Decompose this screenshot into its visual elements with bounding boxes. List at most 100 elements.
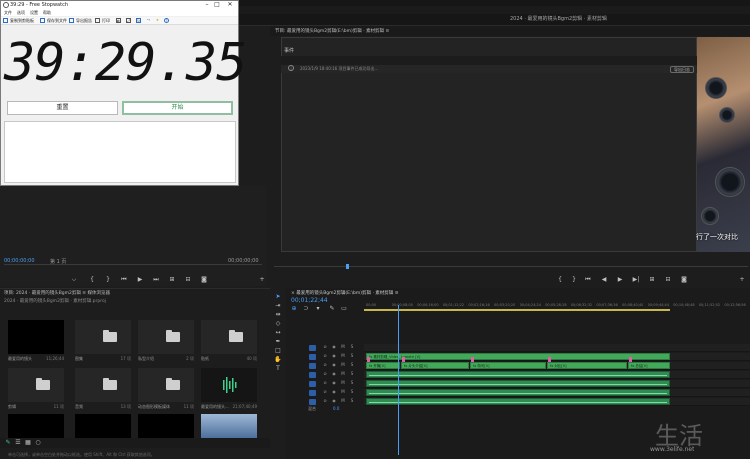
play-icon[interactable]: ▶ [136,277,144,283]
maximize-icon[interactable]: □ [213,1,221,9]
lock-icon[interactable]: ⊘ [322,362,328,368]
project-bin[interactable]: 剪辑 11 项 [3,368,65,420]
marker-icon[interactable]: ⌵ [70,277,78,283]
video-clip[interactable]: fx 开篇[V] [366,362,400,369]
track-target-toggle[interactable] [309,390,316,396]
zoom-slider[interactable]: ○ [34,440,42,446]
save-icon[interactable] [40,18,45,23]
print-icon[interactable] [95,18,100,23]
video-clip[interactable]: fx 特写[V] [470,362,546,369]
icon-view-icon[interactable]: ▦ [24,440,32,446]
share-icon[interactable]: ↪ [146,18,151,23]
menu-settings[interactable]: 设置 [30,10,38,16]
eye-icon[interactable]: ◉ [331,344,337,350]
step-back-icon[interactable]: ⏮ [120,277,128,283]
lift-icon[interactable]: ⊞ [648,277,656,283]
save-to-file-button[interactable]: 保存到文件 [47,18,67,24]
eye-icon[interactable]: ◉ [331,362,337,368]
copy-to-clipboard-button[interactable]: 复制到剪贴板 [10,18,34,24]
clip-marker[interactable] [367,357,370,362]
eye-icon[interactable]: ◉ [331,389,337,395]
menu-options[interactable]: 选项 [17,10,25,16]
copy-icon[interactable] [3,18,8,23]
clip-marker[interactable] [629,357,632,362]
mute-icon[interactable]: M [340,398,346,404]
track-lane[interactable] [364,344,750,352]
track-target-toggle[interactable] [309,381,316,387]
play-icon[interactable]: ▶ [616,277,624,283]
timeline-playhead[interactable] [398,305,399,455]
video-clip[interactable]: fx 片头介绍[V] [401,362,469,369]
mark-out-icon[interactable]: } [570,277,578,283]
project-bin[interactable]: 私型介绍 2 项 [133,320,195,372]
audio-clip[interactable] [366,371,670,378]
ripple-edit-icon[interactable]: ⇹ [274,312,282,318]
eye-icon[interactable]: ◉ [331,398,337,404]
export-log-button[interactable]: 导出日志 [670,66,694,73]
project-bin[interactable]: 音频 13 项 [70,368,132,420]
mute-icon[interactable]: M [340,380,346,386]
clip-marker[interactable] [402,357,405,362]
pen-icon[interactable]: ✒ [274,339,282,345]
star-icon[interactable]: ★ [155,18,160,23]
razor-icon[interactable]: ◇ [274,321,282,327]
mute-icon[interactable]: M [340,353,346,359]
lock-icon[interactable]: ⊘ [322,353,328,359]
source-ruler[interactable] [4,264,262,268]
lock-icon[interactable]: ⊘ [322,344,328,350]
project-tabs[interactable]: 项目: 2024 · 最爱用的镜头Bgm2剪辑 ≡ 媒体浏览器 [4,290,110,296]
project-bin[interactable]: 图集 17 项 [70,320,132,372]
mute-icon[interactable]: M [340,344,346,350]
program-playhead[interactable] [346,264,349,269]
audio-clip[interactable] [366,380,670,387]
solo-icon[interactable]: S [349,380,355,386]
solo-icon[interactable]: S [349,371,355,377]
step-back-icon[interactable]: ◀ [600,277,608,283]
solo-icon[interactable]: S [349,362,355,368]
camera-icon[interactable]: ◙ [200,277,208,283]
list-view-icon[interactable]: ☰ [14,440,22,446]
step-forward-icon[interactable]: ▶| [632,277,640,283]
mute-icon[interactable]: M [340,362,346,368]
contrast-icon[interactable]: ◐ [116,18,121,23]
solo-icon[interactable]: S [349,344,355,350]
video-clip[interactable]: fx 素材剪辑_Video_Lumetri [V] [366,353,670,360]
track-select-icon[interactable]: ⇥ [274,303,282,309]
eye-icon[interactable]: ◉ [331,380,337,386]
lock-icon[interactable]: ⊘ [322,371,328,377]
marker-add-icon[interactable]: ▾ [314,306,322,312]
mark-out-icon[interactable]: } [104,277,112,283]
solo-icon[interactable]: S [349,389,355,395]
rectangle-icon[interactable]: □ [274,348,282,354]
timeline-timecode[interactable]: 00;01;22;44 [291,297,328,304]
mute-icon[interactable]: M [340,371,346,377]
eye-icon[interactable]: ◉ [331,371,337,377]
add-button-icon[interactable]: + [258,277,266,283]
project-item[interactable] [196,414,258,459]
start-button[interactable]: 开始 [122,101,233,115]
mute-icon[interactable]: M [340,389,346,395]
slip-icon[interactable]: ↔ [274,330,282,336]
project-item[interactable]: 最爱用的镜头... 21;07;40;49 [196,368,258,420]
selection-tool-icon[interactable]: ➤ [274,294,282,300]
help-icon[interactable]: ? [164,18,169,23]
project-bin[interactable]: 动态图形模板媒体 11 项 [133,368,195,420]
solo-icon[interactable]: S [349,353,355,359]
track-target-toggle[interactable] [309,345,316,351]
close-icon[interactable]: ✕ [226,1,234,9]
eye-icon[interactable]: ◉ [331,353,337,359]
lock-icon[interactable]: ⊘ [322,380,328,386]
wrench-icon[interactable]: ✎ [328,306,336,312]
hand-icon[interactable]: ✋ [274,357,282,363]
audio-clip[interactable] [366,398,670,405]
track-target-toggle[interactable] [309,363,316,369]
export-report-button[interactable]: 导出报告 [76,18,92,24]
track-target-toggle[interactable] [309,372,316,378]
project-item[interactable]: 最爱用的镜头 11;26;44 [3,320,65,372]
type-icon[interactable]: T [274,366,282,372]
solo-icon[interactable]: S [349,398,355,404]
work-area-bar[interactable] [364,309,670,311]
clip-marker[interactable] [548,357,551,362]
add-button-icon[interactable]: + [738,277,746,283]
camera-icon[interactable]: ◙ [680,277,688,283]
